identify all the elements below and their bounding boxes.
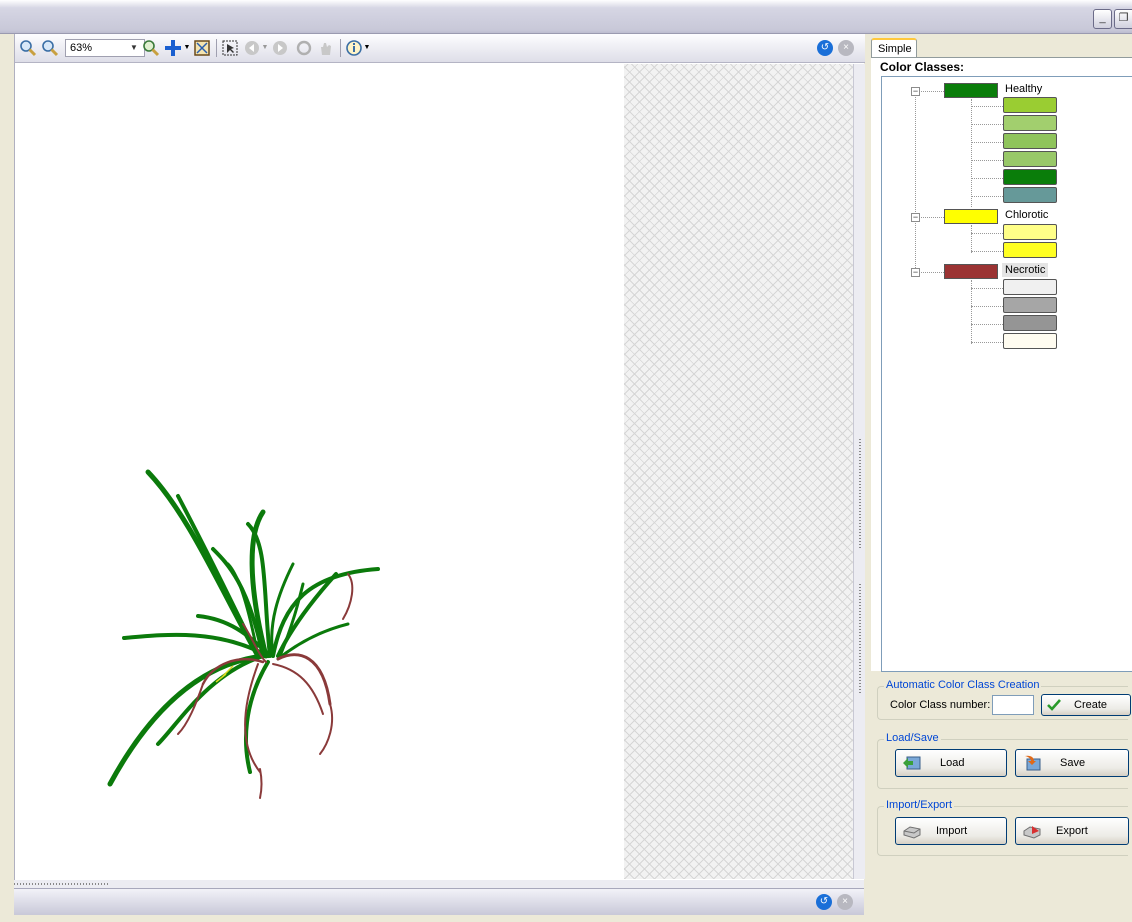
export-icon (1023, 826, 1041, 839)
chlorotic-color-1-swatch[interactable] (1003, 224, 1057, 240)
necrotic-color-4-swatch[interactable] (1003, 333, 1057, 349)
select-icon[interactable] (221, 39, 239, 57)
create-button[interactable]: Create (1041, 694, 1131, 716)
transparent-area (624, 64, 853, 879)
necrotic-color-1-swatch[interactable] (1003, 279, 1057, 295)
pan-dropdown-icon[interactable]: ▼ (183, 39, 191, 57)
window-title-bar: _ ❐ (0, 0, 1132, 34)
minimize-icon: _ (1099, 12, 1106, 24)
healthy-class-label[interactable]: Healthy (1002, 82, 1045, 96)
hand-icon[interactable] (317, 39, 335, 57)
necrotic-color-3-swatch[interactable] (1003, 315, 1057, 331)
necrotic-collapse-icon[interactable]: − (911, 268, 920, 277)
fit-icon[interactable] (193, 39, 211, 57)
color-class-number-label: Color Class number: (890, 699, 991, 711)
save-button-label: Save (1060, 757, 1086, 769)
forward-icon[interactable] (271, 39, 289, 57)
color-class-tree[interactable]: − Healthy − Chlorotic − Necrotic (881, 76, 1132, 672)
plant-image (107, 469, 380, 799)
color-class-number-input[interactable] (992, 695, 1034, 715)
auto-creation-group: Automatic Color Class Creation Color Cla… (877, 679, 1131, 720)
chlorotic-collapse-icon[interactable]: − (911, 213, 920, 222)
left-dock-strip (0, 34, 14, 884)
healthy-color-6-swatch[interactable] (1003, 187, 1057, 203)
checkmark-icon (1047, 699, 1061, 711)
refresh-icon[interactable] (295, 39, 313, 57)
save-button[interactable]: Save (1015, 749, 1129, 777)
healthy-color-3-swatch[interactable] (1003, 133, 1057, 149)
healthy-color-2-swatch[interactable] (1003, 115, 1057, 131)
import-button-label: Import (936, 825, 968, 837)
horizontal-scrollbar[interactable] (14, 880, 864, 888)
bottom-rotate-icon[interactable]: ↺ (816, 894, 832, 910)
chlorotic-class-label[interactable]: Chlorotic (1002, 208, 1051, 222)
restore-button[interactable]: ❐ (1114, 9, 1132, 29)
zoom-icon[interactable] (142, 39, 160, 57)
zoom-out-icon[interactable] (41, 39, 59, 57)
zoom-in-icon[interactable] (19, 39, 37, 57)
load-save-legend: Load/Save (884, 732, 941, 744)
auto-creation-legend: Automatic Color Class Creation (884, 679, 1042, 691)
back-dropdown-icon[interactable]: ▼ (261, 39, 269, 57)
export-button[interactable]: Export (1015, 817, 1129, 845)
import-button[interactable]: Import (895, 817, 1007, 845)
load-button-label: Load (940, 757, 965, 769)
color-classes-heading: Color Classes: (880, 60, 965, 74)
info-icon[interactable] (345, 39, 363, 57)
minimize-button[interactable]: _ (1093, 9, 1112, 29)
import-export-legend: Import/Export (884, 799, 955, 811)
simple-tab-content: Color Classes: − Healthy − Chlorotic − N… (871, 57, 1132, 672)
load-icon (903, 756, 921, 770)
healthy-color-4-swatch[interactable] (1003, 151, 1057, 167)
necrotic-class-swatch[interactable] (944, 264, 998, 279)
close-viewer-icon[interactable]: × (838, 40, 854, 56)
viewer-toolbar: 63% ▼ ▼ ▼ ▼ ↺ × (15, 34, 865, 63)
create-button-label: Create (1074, 699, 1108, 711)
bottom-close-icon[interactable]: × (837, 894, 853, 910)
back-icon[interactable] (243, 39, 261, 57)
info-dropdown-icon[interactable]: ▼ (363, 39, 371, 57)
chlorotic-class-swatch[interactable] (944, 209, 998, 224)
rotate-icon[interactable]: ↺ (817, 40, 833, 56)
tab-simple[interactable]: Simple (871, 38, 917, 58)
healthy-color-5-swatch[interactable] (1003, 169, 1057, 185)
pan-icon[interactable] (164, 39, 182, 57)
export-button-label: Export (1056, 825, 1088, 837)
zoom-dropdown-arrow-icon[interactable]: ▼ (127, 40, 141, 56)
load-button[interactable]: Load (895, 749, 1007, 777)
zoom-level-value: 63% (70, 42, 93, 54)
tab-simple-label: Simple (878, 43, 912, 55)
viewer-splitter[interactable] (853, 64, 865, 879)
necrotic-color-2-swatch[interactable] (1003, 297, 1057, 313)
chlorotic-color-2-swatch[interactable] (1003, 242, 1057, 258)
image-viewer: 63% ▼ ▼ ▼ ▼ ↺ × (14, 34, 865, 880)
necrotic-class-label[interactable]: Necrotic (1002, 263, 1049, 277)
restore-icon: ❐ (1118, 12, 1129, 24)
healthy-class-swatch[interactable] (944, 83, 998, 98)
image-canvas[interactable] (18, 64, 624, 879)
healthy-color-1-swatch[interactable] (1003, 97, 1057, 113)
healthy-collapse-icon[interactable]: − (911, 87, 920, 96)
load-save-group: Load/Save Load Save (877, 732, 1129, 789)
import-export-group: Import/Export Import Export (877, 799, 1129, 856)
import-icon (903, 826, 921, 839)
color-class-panel: Simple Color Classes: − Healthy − Chloro… (867, 34, 1132, 922)
bottom-toolbar: ↺ × (14, 888, 864, 915)
save-icon (1025, 755, 1041, 771)
